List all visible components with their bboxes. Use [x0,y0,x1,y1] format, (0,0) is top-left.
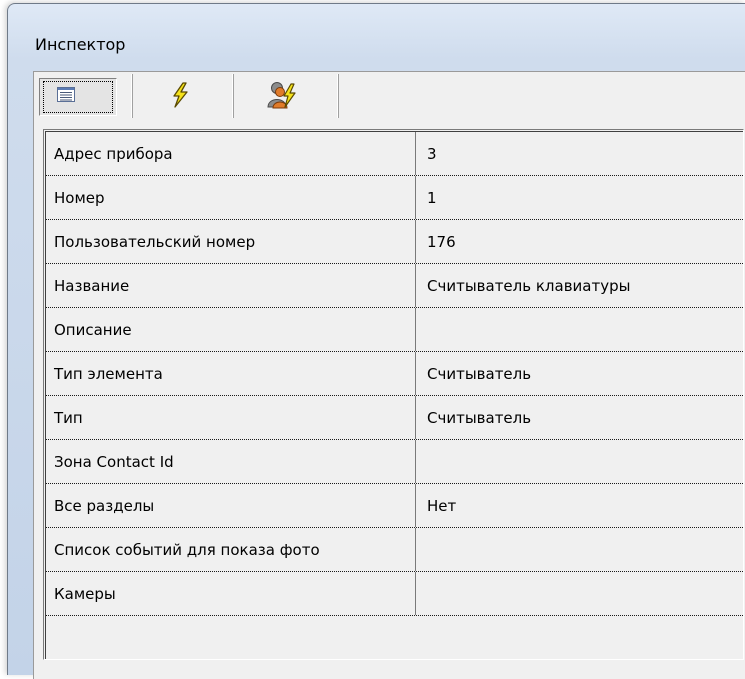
property-row[interactable]: Все разделы Нет [46,484,743,528]
user-events-button[interactable] [235,74,339,118]
property-value[interactable]: Считыватель [416,352,743,395]
property-name: Все разделы [46,484,416,527]
events-button[interactable] [134,74,234,118]
property-row[interactable]: Адрес прибора 3 [46,132,743,176]
list-view-icon [57,87,75,102]
property-grid: Адрес прибора 3 Номер 1 Пользовательский… [43,129,744,660]
property-value[interactable]: 1 [416,176,743,219]
property-name: Тип элемента [46,352,416,395]
property-value[interactable] [416,308,743,351]
property-name: Описание [46,308,416,351]
property-value[interactable]: Нет [416,484,743,527]
property-value[interactable] [416,440,743,483]
users-lightning-icon [267,82,296,109]
property-row[interactable]: Тип элемента Считыватель [46,352,743,396]
inspector-window: Инспектор Адрес прибора 3 Номер 1 Пользо… [7,3,745,679]
lightning-icon [173,82,188,108]
property-row[interactable]: Описание [46,308,743,352]
property-row[interactable]: Список событий для показа фото [46,528,743,572]
property-value[interactable]: Считыватель [416,396,743,439]
property-value[interactable] [416,572,743,615]
property-row[interactable]: Зона Contact Id [46,440,743,484]
property-value[interactable]: 176 [416,220,743,263]
property-name: Название [46,264,416,307]
property-name: Пользовательский номер [46,220,416,263]
inspector-toolbar [34,72,745,122]
property-name: Адрес прибора [46,132,416,175]
properties-view-button[interactable] [37,74,133,118]
property-value[interactable]: Считыватель клавиатуры [416,264,743,307]
property-name: Зона Contact Id [46,440,416,483]
window-title: Инспектор [35,35,126,54]
property-row[interactable]: Камеры [46,572,743,616]
property-name: Тип [46,396,416,439]
property-row[interactable]: Тип Считыватель [46,396,743,440]
property-value[interactable]: 3 [416,132,743,175]
inspector-panel: Адрес прибора 3 Номер 1 Пользовательский… [33,71,745,679]
property-row[interactable]: Пользовательский номер 176 [46,220,743,264]
property-name: Номер [46,176,416,219]
property-name: Список событий для показа фото [46,528,416,571]
property-name: Камеры [46,572,416,615]
property-row[interactable]: Номер 1 [46,176,743,220]
property-row[interactable]: Название Считыватель клавиатуры [46,264,743,308]
property-value[interactable] [416,528,743,571]
